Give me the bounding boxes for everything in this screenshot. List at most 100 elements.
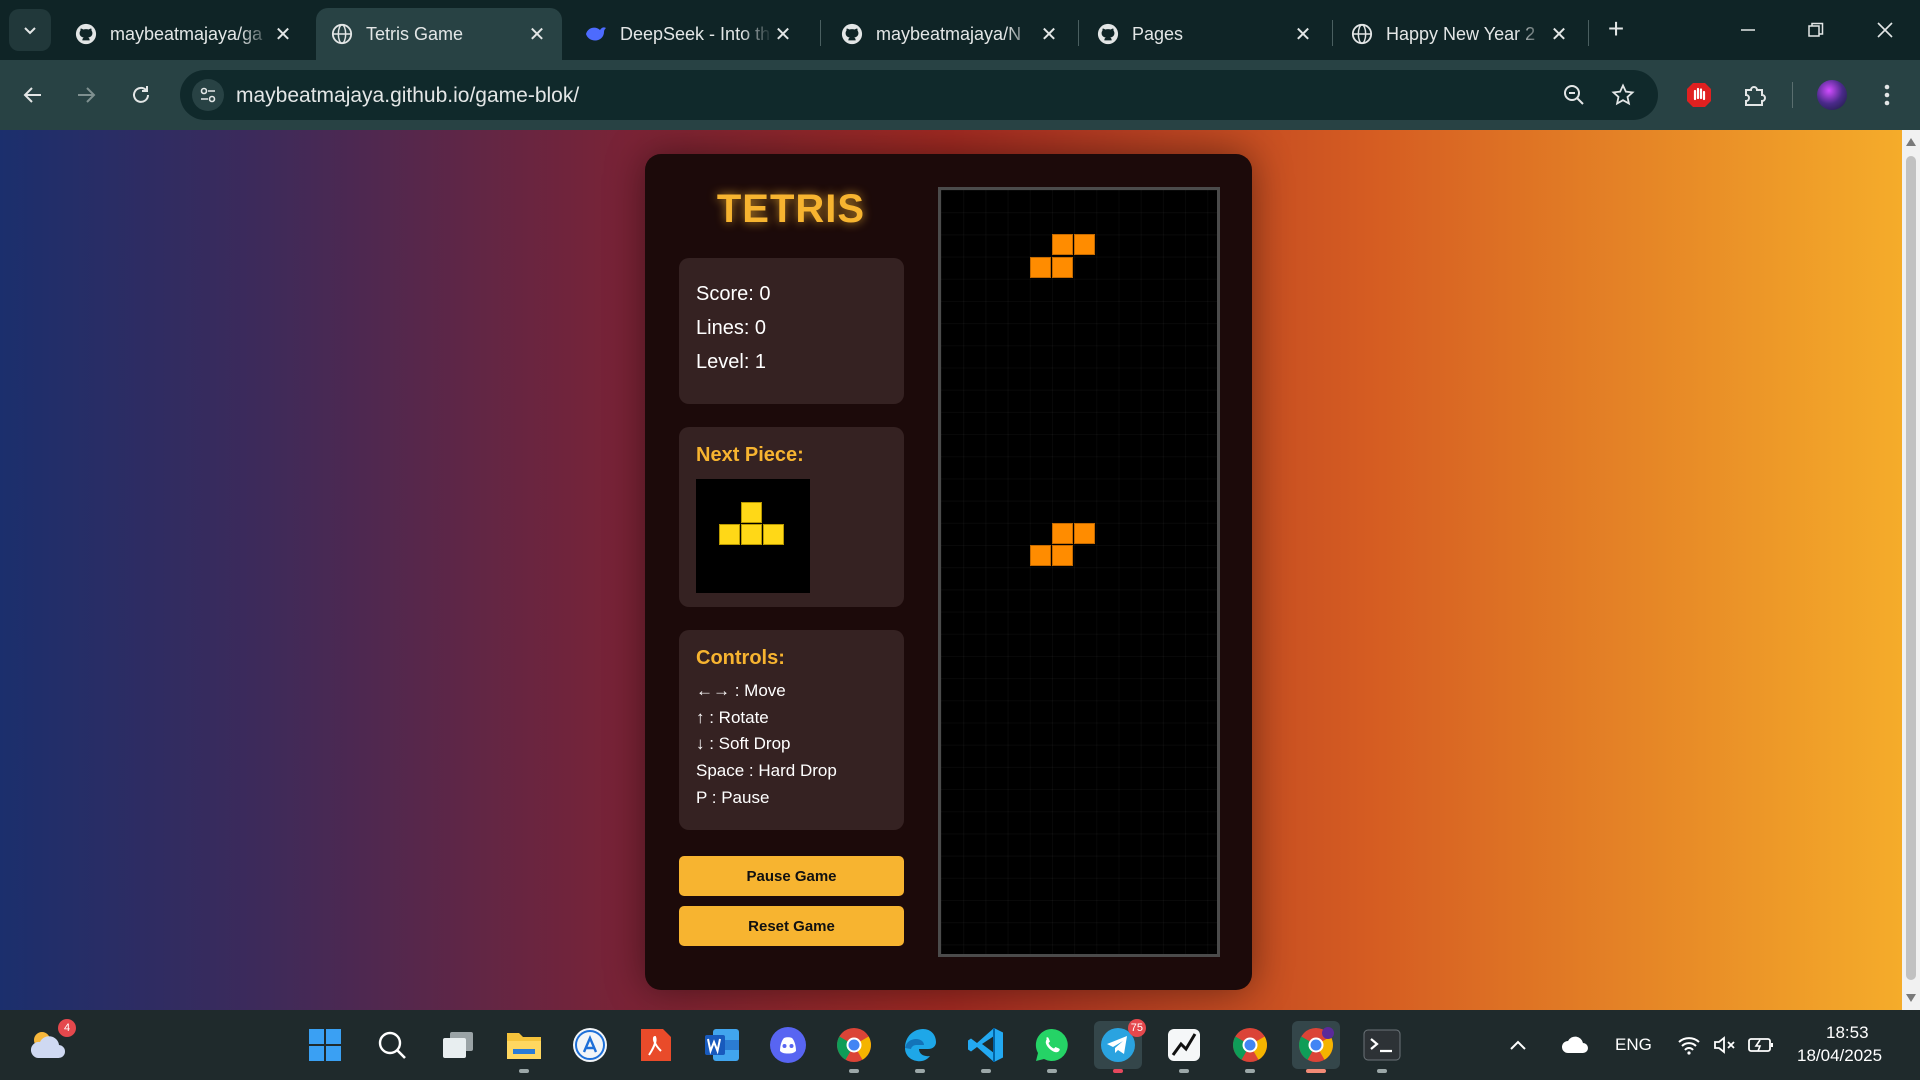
- game-title: TETRIS: [716, 187, 866, 231]
- taskbar-discord[interactable]: [764, 1021, 812, 1069]
- running-indicator: [1179, 1069, 1189, 1073]
- scroll-up-icon[interactable]: [1906, 138, 1916, 146]
- search-icon: [378, 1031, 406, 1059]
- clock-date[interactable]: 18/04/2025: [1797, 1046, 1882, 1066]
- taskbar-word[interactable]: [698, 1021, 746, 1069]
- clock-time[interactable]: 18:53: [1826, 1023, 1869, 1043]
- tab-github-n[interactable]: maybeatmajaya/N ✕: [826, 8, 1074, 60]
- taskbar-vscode[interactable]: [962, 1021, 1010, 1073]
- wifi-button[interactable]: [1672, 1021, 1706, 1069]
- falling-piece-block: [1029, 256, 1051, 278]
- new-tab-button[interactable]: +: [1599, 12, 1633, 46]
- battery-button[interactable]: [1744, 1021, 1778, 1069]
- extensions-button[interactable]: [1733, 74, 1775, 116]
- tab-deepseek[interactable]: DeepSeek - Into th ✕: [570, 8, 808, 60]
- tab-github-game[interactable]: maybeatmajaya/ga ✕: [60, 8, 308, 60]
- task-view-icon: [443, 1032, 473, 1058]
- globe-icon: [1350, 22, 1374, 46]
- chevron-up-icon: [1510, 1040, 1526, 1050]
- github-icon: [840, 22, 864, 46]
- reload-icon: [133, 86, 149, 103]
- running-indicator: [1113, 1069, 1123, 1073]
- taskbar-whatsapp[interactable]: [1028, 1021, 1076, 1073]
- reload-button[interactable]: [120, 74, 162, 116]
- tab-tetris-game[interactable]: Tetris Game ✕: [316, 8, 562, 60]
- taskbar: 4 75 ENG 18:53 18/04/2025: [0, 1010, 1920, 1080]
- tab-search-button[interactable]: [9, 9, 51, 51]
- running-indicator: [1377, 1069, 1387, 1073]
- taskbar-app-store[interactable]: [566, 1021, 614, 1069]
- taskbar-chrome-profile-2[interactable]: [1226, 1021, 1274, 1073]
- close-icon[interactable]: ✕: [772, 23, 794, 46]
- address-bar[interactable]: maybeatmajaya.github.io/game-blok/: [180, 70, 1658, 120]
- taskbar-chrome-active[interactable]: [1292, 1021, 1340, 1073]
- running-indicator: [849, 1069, 859, 1073]
- tab-divider: [1332, 20, 1333, 46]
- landed-piece-block: [1052, 545, 1073, 567]
- vertical-scrollbar[interactable]: [1902, 130, 1920, 1010]
- cloud-icon: [1562, 1036, 1588, 1053]
- landed-piece-block: [1052, 523, 1073, 544]
- taskbar-trading-app[interactable]: [1160, 1021, 1208, 1073]
- extension-adblock-button[interactable]: [1678, 74, 1720, 116]
- tab-divider: [1078, 20, 1079, 46]
- restore-button[interactable]: [1781, 0, 1851, 60]
- zoom-button[interactable]: [1560, 81, 1588, 109]
- reset-game-button[interactable]: Reset Game: [679, 906, 904, 946]
- tab-happy-new-year[interactable]: Happy New Year 2 ✕: [1336, 8, 1584, 60]
- tab-title: Tetris Game: [366, 23, 464, 44]
- close-icon[interactable]: ✕: [1292, 23, 1314, 46]
- score-text: Score: 0: [696, 283, 771, 305]
- menu-button[interactable]: [1866, 74, 1908, 116]
- tab-pages[interactable]: Pages ✕: [1082, 8, 1328, 60]
- running-indicator: [1245, 1069, 1255, 1073]
- task-view-button[interactable]: [434, 1021, 482, 1069]
- pdf-icon: [641, 1029, 671, 1061]
- volume-button[interactable]: [1708, 1021, 1742, 1069]
- next-piece-heading: Next Piece:: [696, 444, 804, 466]
- profile-button[interactable]: [1811, 74, 1853, 116]
- running-indicator: [981, 1069, 991, 1073]
- taskbar-telegram[interactable]: 75: [1094, 1019, 1146, 1073]
- weather-widget[interactable]: 4: [24, 1019, 76, 1069]
- score-panel: Score: 0 Lines: 0 Level: 1: [679, 258, 904, 404]
- zoom-out-icon: [1564, 85, 1584, 105]
- close-icon[interactable]: ✕: [526, 23, 548, 46]
- tab-strip: maybeatmajaya/ga ✕ Tetris Game ✕ DeepSee…: [0, 0, 1920, 60]
- minimize-button[interactable]: [1713, 0, 1783, 60]
- next-piece-panel: Next Piece:: [679, 427, 904, 607]
- start-button[interactable]: [301, 1021, 349, 1069]
- onedrive-button[interactable]: [1558, 1021, 1592, 1069]
- taskbar-chrome-profile-1[interactable]: [830, 1021, 878, 1073]
- language-indicator[interactable]: ENG: [1615, 1035, 1652, 1055]
- taskbar-file-explorer[interactable]: [500, 1021, 548, 1073]
- taskbar-search-button[interactable]: [368, 1021, 416, 1069]
- close-icon[interactable]: ✕: [1038, 23, 1060, 46]
- pause-game-button[interactable]: Pause Game: [679, 856, 904, 896]
- show-hidden-icons-button[interactable]: [1502, 1021, 1534, 1069]
- scroll-down-icon[interactable]: [1906, 994, 1916, 1002]
- landed-piece-block: [1029, 545, 1051, 567]
- scrollbar-thumb[interactable]: [1906, 156, 1916, 980]
- falling-piece-block: [1052, 256, 1073, 278]
- plus-icon: +: [1607, 13, 1625, 44]
- back-button[interactable]: [12, 74, 54, 116]
- vscode-icon: [968, 1028, 1003, 1062]
- chrome-icon: [1233, 1028, 1267, 1062]
- discord-icon: [770, 1027, 806, 1063]
- site-info-button[interactable]: [192, 79, 224, 111]
- terminal-icon: [1363, 1029, 1401, 1061]
- adblock-hand-icon: [1687, 83, 1711, 107]
- taskbar-terminal[interactable]: [1358, 1021, 1406, 1073]
- taskbar-pdf-app[interactable]: [632, 1021, 680, 1069]
- running-indicator: [915, 1069, 925, 1073]
- game-board[interactable]: [938, 187, 1220, 957]
- close-window-button[interactable]: [1850, 0, 1920, 60]
- taskbar-edge[interactable]: [896, 1021, 944, 1073]
- bookmark-button[interactable]: [1609, 81, 1637, 109]
- forward-button[interactable]: [65, 74, 107, 116]
- close-icon[interactable]: ✕: [272, 23, 294, 46]
- close-icon[interactable]: ✕: [1548, 23, 1570, 46]
- tab-title: DeepSeek - Into th: [620, 23, 771, 44]
- control-soft-drop: ↓ : Soft Drop: [696, 734, 791, 753]
